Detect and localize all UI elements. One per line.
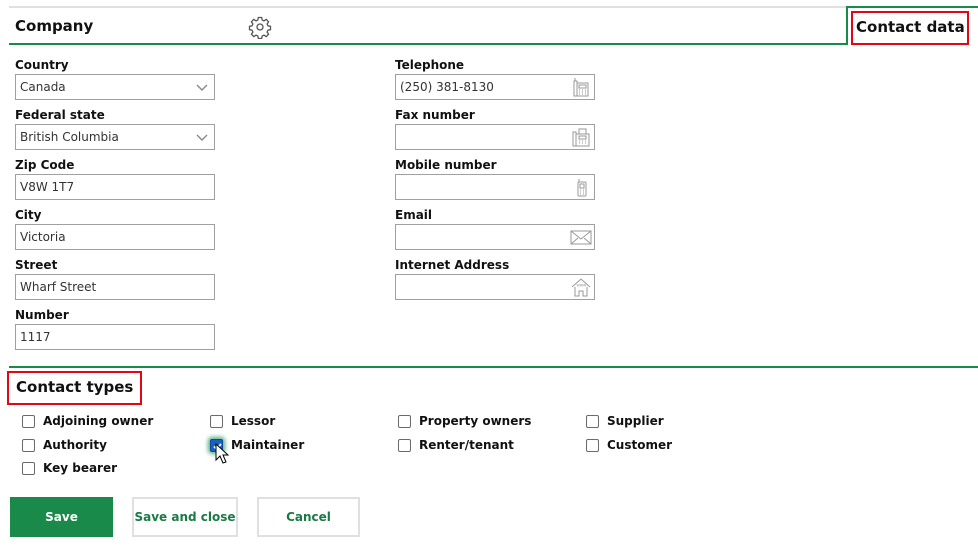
fax-input[interactable]: [395, 124, 595, 150]
checkbox-box[interactable]: [22, 461, 35, 475]
checkbox-lessor[interactable]: Lessor: [210, 412, 275, 430]
checkbox-box[interactable]: [22, 438, 35, 452]
checkbox-property-owners[interactable]: Property owners: [398, 412, 531, 430]
company-tab-underline: [9, 43, 848, 45]
section-divider: [9, 366, 978, 368]
cancel-button[interactable]: Cancel: [257, 497, 360, 537]
checkbox-label: Adjoining owner: [43, 414, 154, 428]
save-button[interactable]: Save: [10, 497, 113, 537]
checkbox-box[interactable]: [22, 414, 35, 428]
checkbox-adjoining-owner[interactable]: Adjoining owner: [22, 412, 153, 430]
city-label: City: [15, 208, 42, 222]
federal-state-label: Federal state: [15, 108, 105, 122]
email-input[interactable]: [395, 224, 595, 250]
number-value: 1117: [20, 330, 51, 344]
telephone-input[interactable]: (250) 381-8130: [395, 74, 595, 100]
chevron-down-icon: [196, 84, 208, 91]
checkbox-box[interactable]: [398, 414, 411, 428]
city-input[interactable]: Victoria: [15, 224, 215, 250]
country-value: Canada: [20, 80, 66, 94]
checkbox-label: Key bearer: [43, 461, 118, 475]
mobile-phone-icon: [577, 179, 587, 197]
street-label: Street: [15, 258, 58, 272]
envelope-icon: [570, 230, 592, 245]
street-input[interactable]: Wharf Street: [15, 274, 215, 300]
checkbox-label: Authority: [43, 438, 107, 452]
mobile-input[interactable]: [395, 174, 595, 200]
fax-field: Fax number: [395, 107, 595, 150]
internet-address-label: Internet Address: [395, 258, 510, 272]
telephone-field: Telephone (250) 381-8130: [395, 57, 595, 100]
checkbox-label: Lessor: [231, 414, 276, 428]
number-field: Number 1117: [15, 307, 215, 350]
federal-state-field: Federal state British Columbia: [15, 107, 215, 150]
federal-state-value: British Columbia: [20, 130, 119, 144]
www-home-icon: www: [571, 278, 591, 297]
internet-address-input[interactable]: www: [395, 274, 595, 300]
zip-code-value: V8W 1T7: [20, 180, 75, 194]
country-field: Country Canada: [15, 57, 215, 100]
tab-divider: [846, 6, 848, 45]
checkbox-renter-tenant[interactable]: Renter/tenant: [398, 436, 514, 454]
fax-label: Fax number: [395, 108, 475, 122]
checkbox-box[interactable]: [210, 414, 223, 428]
checkbox-label: Supplier: [607, 414, 664, 428]
mobile-field: Mobile number: [395, 157, 595, 200]
save-and-close-button[interactable]: Save and close: [132, 497, 238, 537]
fax-icon: [572, 128, 590, 147]
company-section-title: Company: [15, 17, 94, 35]
number-input[interactable]: 1117: [15, 324, 215, 350]
checkbox-supplier[interactable]: Supplier: [586, 412, 664, 430]
zip-code-field: Zip Code V8W 1T7: [15, 157, 215, 200]
contact-tab-border: [846, 6, 978, 8]
checkbox-authority[interactable]: Authority: [22, 436, 107, 454]
email-label: Email: [395, 208, 433, 222]
telephone-icon: [573, 78, 589, 97]
mouse-cursor-icon: [215, 443, 229, 464]
chevron-down-icon: [196, 134, 208, 141]
internet-address-field: Internet Address www: [395, 257, 595, 300]
federal-state-select[interactable]: British Columbia: [15, 124, 215, 150]
top-rule: [9, 6, 848, 8]
city-field: City Victoria: [15, 207, 215, 250]
contact-types-title: Contact types: [7, 371, 142, 405]
checkbox-key-bearer[interactable]: Key bearer: [22, 459, 117, 477]
zip-code-input[interactable]: V8W 1T7: [15, 174, 215, 200]
checkbox-label: Customer: [607, 438, 673, 452]
telephone-value: (250) 381-8130: [400, 80, 494, 94]
checkbox-label: Renter/tenant: [419, 438, 514, 452]
checkbox-box[interactable]: [586, 414, 599, 428]
gear-icon[interactable]: [248, 15, 272, 40]
svg-text:www: www: [577, 283, 588, 288]
checkbox-label: Maintainer: [231, 438, 305, 452]
mobile-label: Mobile number: [395, 158, 497, 172]
country-label: Country: [15, 58, 69, 72]
email-field: Email: [395, 207, 595, 250]
zip-code-label: Zip Code: [15, 158, 75, 172]
checkbox-customer[interactable]: Customer: [586, 436, 672, 454]
tab-contact-data[interactable]: Contact data: [851, 11, 969, 45]
checkbox-box[interactable]: [586, 438, 599, 452]
street-field: Street Wharf Street: [15, 257, 215, 300]
street-value: Wharf Street: [20, 280, 97, 294]
city-value: Victoria: [20, 230, 66, 244]
number-label: Number: [15, 308, 69, 322]
checkbox-box[interactable]: [398, 438, 411, 452]
country-select[interactable]: Canada: [15, 74, 215, 100]
checkbox-label: Property owners: [419, 414, 532, 428]
telephone-label: Telephone: [395, 58, 465, 72]
